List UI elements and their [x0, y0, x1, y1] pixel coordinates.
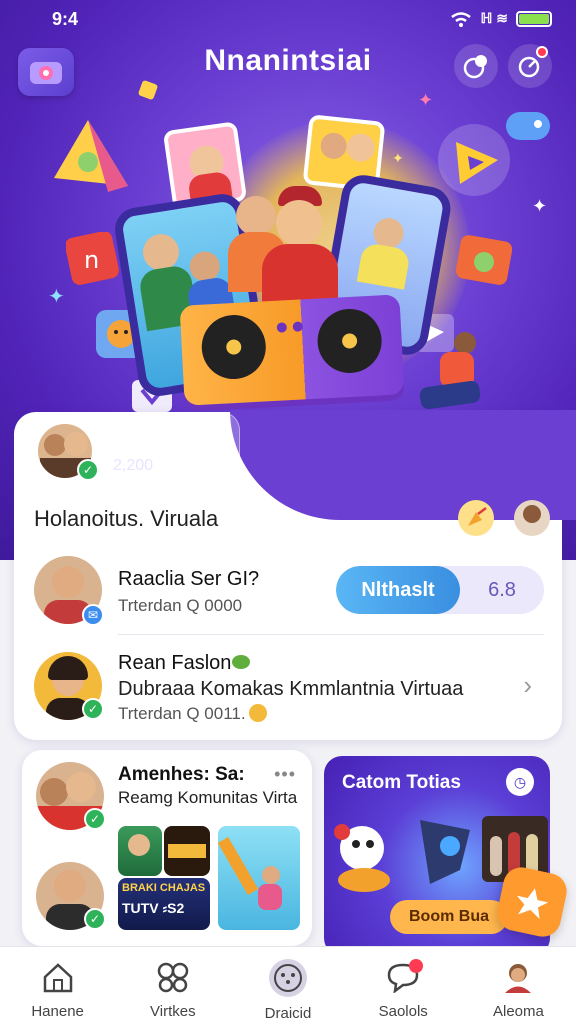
- nav-item-people[interactable]: Virtkes: [115, 947, 230, 1024]
- nav-item-chat[interactable]: Saolols: [346, 947, 461, 1024]
- notifications-button[interactable]: [508, 44, 552, 88]
- confetti-square: [137, 79, 159, 101]
- game-tile-icon: [455, 235, 513, 285]
- divider: [118, 634, 544, 635]
- person-illustration: [236, 196, 276, 236]
- verified-icon: ✓: [84, 808, 106, 830]
- promo-title: Catom Totias: [342, 772, 461, 793]
- featured-count: 2,200: [113, 457, 154, 474]
- promo-cta-button[interactable]: Boom Bua: [390, 900, 508, 934]
- row-title: Raaclia Ser GI?: [118, 568, 260, 590]
- sparkle-icon: ✦: [48, 286, 65, 308]
- thumbnail-text: TUTV ⸗S2: [122, 900, 185, 916]
- featured-name: Rolrae lha: [113, 427, 201, 447]
- record-icon: [463, 55, 487, 79]
- row-title: Rean Faslon: [118, 652, 232, 674]
- community-subtitle: Reamg Komunitas Virta: [118, 788, 298, 807]
- sparkle-icon: ✦: [392, 150, 404, 166]
- verified-icon: ✓: [77, 459, 99, 481]
- chevron-right-icon[interactable]: ›: [523, 670, 532, 701]
- leaf-icon: [232, 655, 250, 669]
- thumbnail[interactable]: [118, 826, 162, 876]
- sparkle-icon: ✦: [532, 196, 548, 216]
- person-illustration: [276, 200, 322, 246]
- robot-hand-illustration: [420, 820, 470, 884]
- status-time: 9:4: [52, 9, 79, 29]
- nav-item-profile[interactable]: Aleoma: [461, 947, 576, 1024]
- dancer-illustration: [418, 379, 482, 411]
- music-tile-icon: n: [66, 232, 119, 285]
- svg-text:n: n: [84, 246, 99, 274]
- more-options-icon[interactable]: •••: [274, 764, 296, 785]
- segmented-control: Nlthaslt 6.8: [336, 566, 544, 614]
- status-icons: ℍ ≋: [450, 10, 552, 27]
- verified-icon: ✓: [82, 698, 104, 720]
- bottom-nav: Hanene Virtkes Draicid Saolols Aleoma: [0, 946, 576, 1024]
- dancer-illustration: [454, 332, 476, 354]
- party-icon[interactable]: [458, 500, 494, 536]
- star-icon: [516, 888, 549, 919]
- profile-icon: [498, 959, 538, 995]
- wifi-icon: [451, 11, 472, 27]
- clock-icon: ◷: [506, 768, 534, 796]
- section-title: Holanoitus. Viruala: [34, 506, 219, 531]
- play-triangle-sticker-icon: [438, 124, 510, 196]
- nav-item-discover[interactable]: Draicid: [230, 947, 345, 1024]
- gamepad-sticker-icon: [506, 112, 550, 140]
- row-description: Dubraaa Komakas Kmmlantnia Virtuaa: [118, 678, 464, 700]
- thumbnail[interactable]: [218, 826, 300, 930]
- segment-other[interactable]: 6.8: [460, 566, 544, 614]
- nav-item-home[interactable]: Hanene: [0, 947, 115, 1024]
- notification-badge: [536, 46, 548, 58]
- thumbnail[interactable]: BRAKI CHAJAS TUTV ⸗S2: [118, 878, 210, 930]
- featured-creator-chip[interactable]: ✓ Rolrae lha 2,200: [20, 412, 240, 488]
- thumbnail-text: BRAKI CHAJAS: [122, 882, 206, 894]
- list-item[interactable]: ✓ Rean Faslon Dubraaa Komakas Kmmlantnia…: [34, 650, 544, 724]
- nav-label: Hanene: [31, 1003, 84, 1020]
- chat-icon: [383, 959, 424, 995]
- dj-turntable-illustration: [179, 294, 405, 406]
- record-button[interactable]: [454, 44, 498, 88]
- dots-icon: [269, 959, 307, 997]
- nav-label: Draicid: [264, 1005, 312, 1022]
- battery-icon: [516, 10, 552, 27]
- party-popper-icon: [468, 507, 487, 526]
- nav-label: Aleoma: [492, 1003, 544, 1020]
- row-subtitle: Trterdan Q 0000: [118, 596, 243, 615]
- status-bar: 9:4 ℍ ≋: [0, 0, 576, 36]
- home-icon: [38, 959, 78, 995]
- user-avatar[interactable]: [514, 500, 550, 536]
- segment-active[interactable]: Nlthaslt: [336, 566, 460, 614]
- thumbnail[interactable]: [164, 826, 210, 876]
- community-card[interactable]: ✓ ✓ Amenhes: Sa: Reamg Komunitas Virta •…: [22, 750, 312, 946]
- nav-label: Saolols: [378, 1003, 428, 1020]
- verified-icon: ✓: [84, 908, 106, 930]
- row-subtitle: Trterdan Q 0011.: [118, 704, 246, 723]
- people-icon: [153, 959, 193, 995]
- network-icon: ℍ ≋: [480, 10, 508, 26]
- sparkle-icon: ✦: [418, 90, 434, 110]
- community-title: Amenhes: Sa:: [118, 764, 245, 785]
- nav-label: Virtkes: [150, 1003, 196, 1020]
- triangle-sticker-icon: [54, 120, 128, 192]
- mascot-illustration: [334, 824, 390, 892]
- message-badge-icon: ✉: [82, 604, 104, 626]
- hand-emoji-icon: [249, 704, 267, 722]
